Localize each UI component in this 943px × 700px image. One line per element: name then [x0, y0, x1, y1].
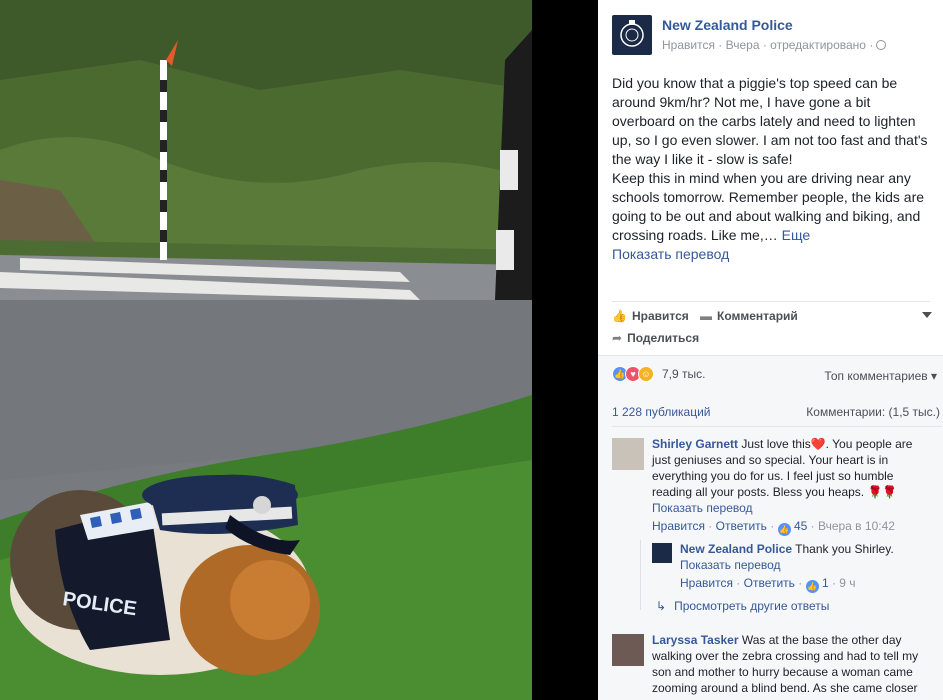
post-photo[interactable]: POLICE [0, 0, 532, 700]
photo-stage-bg [532, 0, 598, 700]
comment-body: Laryssa Tasker Was at the base the other… [652, 632, 934, 696]
comments-count[interactable]: Комментарии: (1,5 тыс.) [806, 405, 940, 419]
comment-author-link[interactable]: Laryssa Tasker [652, 633, 739, 647]
post-like-link[interactable]: Нравится [662, 38, 715, 52]
comment-likes-count[interactable]: 45 [794, 519, 807, 533]
reply-author-link[interactable]: New Zealand Police [680, 542, 792, 556]
reply-meta: Нравится · Ответить · 👍 1 · 9 ч [680, 576, 856, 593]
post-stats: 1 228 публикаций Комментарии: (1,5 тыс.) [612, 405, 940, 419]
reply-arrow-icon: ↳ [656, 599, 667, 613]
comment-sort-dropdown[interactable]: Топ комментариев ▾ [824, 369, 937, 383]
post-meta: Нравится · Вчера · отредактировано · [662, 38, 887, 52]
divider [612, 426, 942, 427]
thumbs-up-icon: 👍 [612, 309, 627, 323]
reply-translate-link[interactable]: Показать перевод [680, 557, 930, 573]
share-button-label: Поделиться [627, 331, 700, 345]
post-paragraph-1: Did you know that a piggie's top speed c… [612, 75, 928, 167]
comment-time[interactable]: Вчера в 10:42 [818, 519, 895, 533]
comment-sort-label: Топ комментариев [824, 369, 928, 383]
see-translation-link[interactable]: Показать перевод [612, 245, 934, 264]
comment-content: Laryssa Tasker Was at the base the other… [652, 632, 934, 696]
like-button-label: Нравится [631, 309, 689, 323]
reply-text: Thank you Shirley. [795, 542, 894, 556]
view-more-replies-link[interactable]: ↳ Просмотреть другие ответы [656, 599, 829, 613]
reply-body: New Zealand Police Thank you Shirley. По… [680, 541, 930, 593]
comment-reply-link[interactable]: Ответить [716, 519, 767, 533]
comment-body: Shirley Garnett Just love this❤️. You pe… [652, 436, 934, 536]
reply-thread-line [640, 540, 641, 610]
comment-button[interactable]: ▬ Комментарий [700, 309, 798, 323]
photo-viewer: POLICE New Zealand Police Нравится · Вче… [0, 0, 943, 700]
view-more-replies-label: Просмотреть другие ответы [674, 599, 830, 613]
comment-button-label: Комментарий [717, 309, 798, 323]
share-button[interactable]: ➦ Поделиться [612, 331, 699, 345]
page-avatar[interactable] [612, 15, 652, 55]
post-paragraph-2: Keep this in mind when you are driving n… [612, 169, 934, 245]
thumbs-up-icon: 👍 [805, 580, 819, 593]
reply-reply-link[interactable]: Ответить [744, 576, 795, 590]
post-options-caret-icon[interactable] [922, 312, 932, 318]
comment-author-link[interactable]: Shirley Garnett [652, 437, 738, 451]
thumbs-up-icon: 👍 [777, 523, 791, 536]
comment-translate-link[interactable]: Показать перевод [652, 500, 934, 516]
post-meta-rest: · Вчера · отредактировано · [718, 38, 874, 52]
post-message: Did you know that a piggie's top speed c… [612, 74, 934, 264]
like-button[interactable]: 👍 Нравится [612, 309, 689, 323]
reply-like-link[interactable]: Нравится [680, 576, 733, 590]
reply-likes-count[interactable]: 1 [822, 576, 829, 590]
divider [612, 301, 930, 302]
haha-reaction-icon: ☺ [638, 366, 654, 382]
police-badge-icon [620, 20, 644, 47]
comment-like-link[interactable]: Нравится [652, 519, 705, 533]
comment-content: Shirley Garnett Just love this❤️. You pe… [652, 436, 934, 500]
reply-time[interactable]: 9 ч [839, 576, 855, 590]
comment-icon: ▬ [700, 309, 712, 323]
avatar[interactable] [652, 543, 672, 563]
globe-icon [876, 40, 887, 50]
page-name-link[interactable]: New Zealand Police [662, 17, 793, 33]
avatar[interactable] [612, 634, 644, 666]
reply-content: New Zealand Police Thank you Shirley. [680, 541, 930, 557]
post-header: New Zealand Police Нравится · Вчера · от… [612, 15, 932, 59]
shares-count-link[interactable]: 1 228 публикаций [612, 405, 711, 419]
post-paragraph-2-text: Keep this in mind when you are driving n… [612, 170, 925, 243]
chevron-down-icon: ▾ [927, 369, 937, 383]
see-more-link[interactable]: Еще [782, 227, 811, 243]
reactions-count: 7,9 тыс. [662, 367, 706, 381]
post-side-panel: New Zealand Police Нравится · Вчера · от… [598, 0, 943, 700]
comment-meta: Нравится · Ответить · 👍 45 · Вчера в 10:… [652, 519, 895, 536]
share-icon: ➦ [612, 331, 623, 345]
avatar[interactable] [612, 438, 644, 470]
guinea-pig-photo: POLICE [0, 0, 532, 700]
